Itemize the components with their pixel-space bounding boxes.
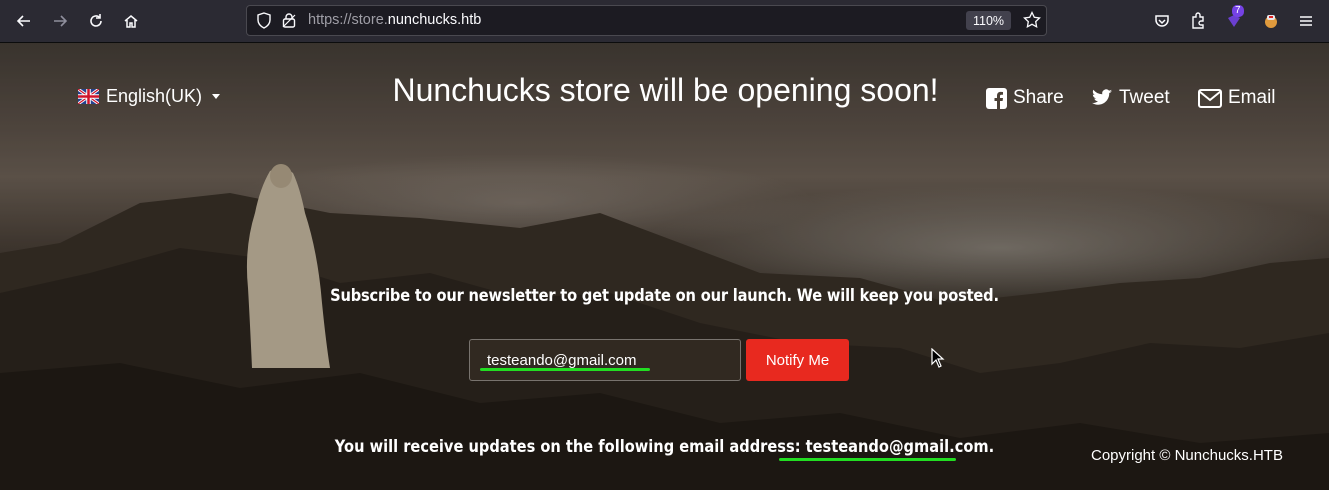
page-content: English(UK) Nunchucks store will be open… (0, 43, 1329, 490)
extension-badge: 7 (1232, 5, 1244, 17)
star-icon[interactable] (1023, 10, 1041, 34)
reload-icon[interactable] (84, 9, 108, 33)
browser-toolbar: https://store.nunchucks.htb 110% 7 (0, 0, 1329, 43)
confirmation-prefix: You will receive updates on the followin… (334, 437, 806, 457)
highlight-underline (779, 458, 956, 461)
pocket-icon[interactable] (1150, 9, 1174, 33)
subscribe-text: Subscribe to our newsletter to get updat… (330, 286, 999, 306)
confirmation-email: testeando@gmail.com. (805, 437, 995, 457)
url-text[interactable]: https://store.nunchucks.htb (308, 12, 481, 28)
back-icon[interactable] (12, 9, 36, 33)
email-link[interactable]: Email (1198, 87, 1276, 109)
twitter-icon (1092, 89, 1113, 105)
confirmation-text: You will receive updates on the followin… (93, 437, 1236, 457)
notify-button[interactable]: Notify Me (746, 339, 849, 381)
share-link[interactable]: Share (986, 87, 1064, 109)
tweet-label: Tweet (1119, 87, 1170, 108)
shield-icon[interactable] (256, 12, 272, 34)
tweet-link[interactable]: Tweet (1092, 87, 1170, 109)
mouse-cursor-icon (931, 348, 945, 368)
facebook-icon (986, 87, 1007, 109)
home-icon[interactable] (119, 9, 143, 33)
extension-fox-icon[interactable] (1259, 9, 1283, 33)
forward-icon[interactable] (48, 9, 72, 33)
copyright-text: Copyright © Nunchucks.HTB (1091, 447, 1283, 464)
extensions-icon[interactable] (1186, 9, 1210, 33)
email-label: Email (1228, 87, 1276, 108)
share-label: Share (1013, 87, 1064, 108)
email-field[interactable] (469, 339, 741, 381)
lock-icon[interactable] (281, 12, 297, 34)
url-bar[interactable]: https://store.nunchucks.htb 110% (246, 5, 1047, 36)
zoom-level[interactable]: 110% (966, 11, 1011, 30)
menu-icon[interactable] (1294, 9, 1318, 33)
dark-overlay (0, 43, 1329, 490)
envelope-icon (1198, 88, 1222, 108)
highlight-underline (480, 368, 650, 371)
